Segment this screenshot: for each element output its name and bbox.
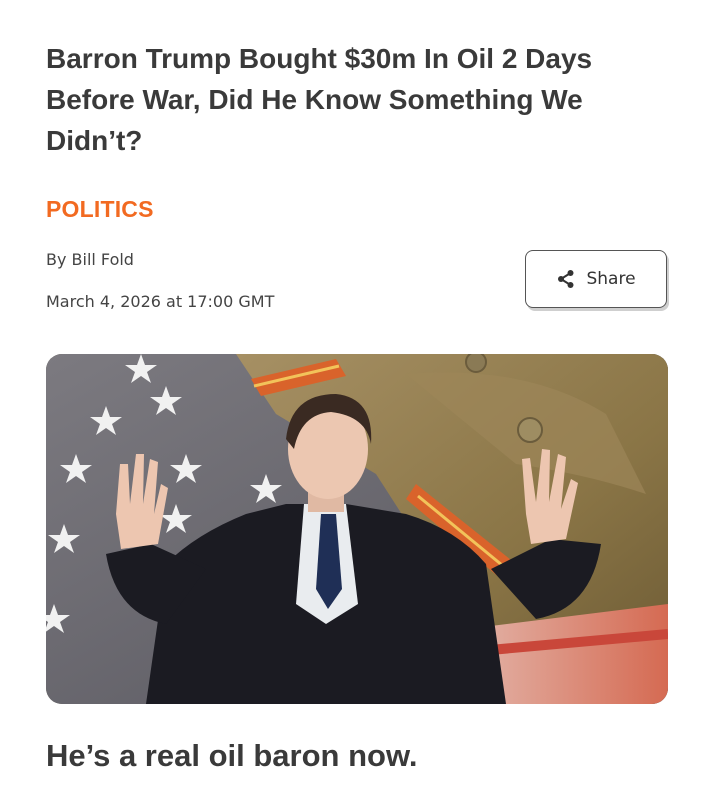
share-button-label: Share (586, 269, 636, 289)
article-hero-image[interactable] (46, 354, 668, 704)
publish-date: March 4, 2026 at 17:00 GMT (46, 292, 275, 311)
share-icon (556, 269, 576, 289)
article-headline: Barron Trump Bought $30m In Oil 2 Days B… (46, 43, 593, 156)
author-byline: By Bill Fold (46, 250, 134, 269)
article-subheadline: He’s a real oil baron now. (46, 738, 418, 773)
share-button[interactable]: Share (525, 250, 667, 308)
category-label[interactable]: POLITICS (46, 196, 154, 223)
